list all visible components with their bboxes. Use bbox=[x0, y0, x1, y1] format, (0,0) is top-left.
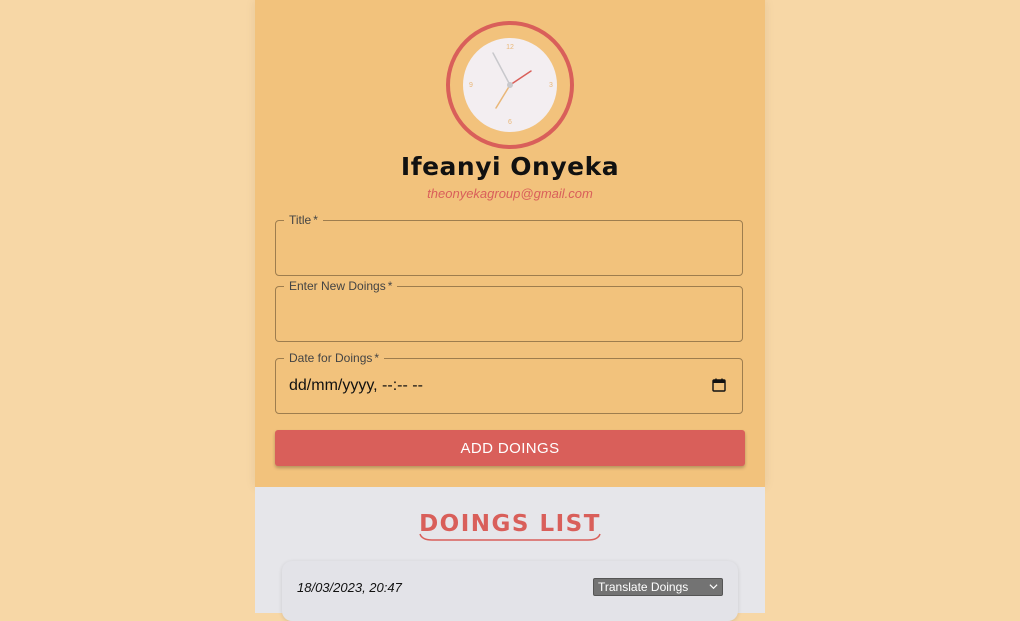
doings-item-date: 18/03/2023, 20:47 bbox=[297, 580, 402, 595]
add-doings-button[interactable]: ADD DOINGS bbox=[275, 430, 745, 466]
profile-form-card: 12 3 6 9 Ifeanyi Onyeka theonyekagroup@g… bbox=[255, 0, 765, 487]
calendar-icon[interactable] bbox=[712, 378, 726, 392]
translate-doings-label: Translate Doings bbox=[598, 580, 689, 594]
clock-number-3: 3 bbox=[549, 82, 553, 89]
date-field-label: Date for Doings * bbox=[284, 351, 385, 365]
translate-doings-select[interactable]: Translate Doings bbox=[593, 578, 723, 596]
doings-input[interactable] bbox=[276, 287, 742, 341]
date-field[interactable]: Date for Doings * dd/mm/yyyy, --:-- -- bbox=[275, 351, 743, 414]
doings-list-section: DOINGS LIST 18/03/2023, 20:47 Translate … bbox=[255, 487, 765, 621]
clock-number-9: 9 bbox=[469, 82, 473, 89]
doings-item: 18/03/2023, 20:47 Translate Doings bbox=[282, 561, 738, 621]
date-input[interactable]: dd/mm/yyyy, --:-- -- bbox=[289, 377, 423, 395]
date-label-text: Date for Doings bbox=[289, 351, 373, 365]
clock-number-12: 12 bbox=[506, 44, 514, 51]
title-field[interactable]: Title * bbox=[275, 213, 743, 276]
chevron-down-icon bbox=[709, 584, 718, 590]
required-mark: * bbox=[374, 351, 380, 365]
profile-name: Ifeanyi Onyeka bbox=[400, 152, 620, 181]
profile-email: theonyekagroup@gmail.com bbox=[427, 186, 593, 201]
clock-number-6: 6 bbox=[508, 119, 512, 126]
doings-field[interactable]: Enter New Doings * bbox=[275, 279, 743, 342]
title-underline bbox=[419, 533, 601, 541]
clock-icon: 12 3 6 9 bbox=[446, 21, 574, 149]
title-input[interactable] bbox=[276, 221, 742, 275]
